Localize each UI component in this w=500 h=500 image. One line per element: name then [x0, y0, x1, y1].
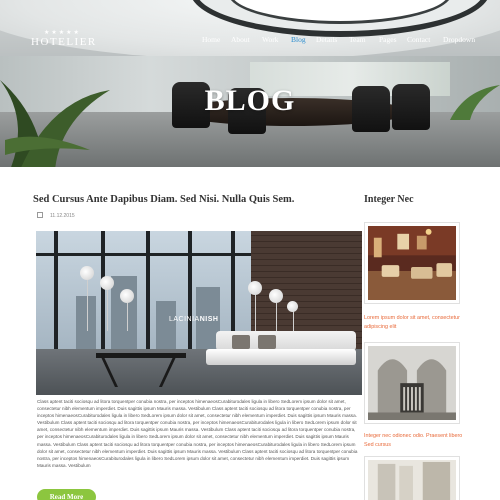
read-more-button[interactable]: Read More [37, 489, 96, 500]
cathedral-image [368, 346, 456, 421]
sidebar-link[interactable]: Lorem ipsum dolor sit amet, consectetur … [364, 314, 464, 331]
lamp-graphic [287, 301, 298, 312]
nav-item-home[interactable]: Home [202, 35, 220, 44]
page-title: BLOG [204, 84, 296, 117]
post-title[interactable]: Sed Cursus Ante Dapibus Diam. Sed Nisi. … [33, 194, 353, 205]
logo-stars: ★★★★★ [44, 30, 81, 36]
building-graphic [76, 296, 96, 351]
post-body: Class aptent taciti sociosqu ad litora t… [37, 399, 358, 468]
window-mullion [146, 231, 150, 351]
nav-item-pages[interactable]: Pages [379, 35, 397, 44]
hotel-lobby-image [368, 226, 456, 301]
sidebar-link[interactable]: Integer nec odionec odio. Praesent liber… [364, 432, 464, 449]
lamp-graphic [80, 266, 94, 280]
calendar-icon [37, 212, 43, 218]
nav-item-work[interactable]: Work [262, 35, 278, 44]
sidebar-thumbnail[interactable] [364, 342, 460, 424]
hero-banner: ★★★★★ HOTELIER Home About Work Blog Deta… [0, 0, 500, 167]
logo[interactable]: HOTELIER [31, 36, 97, 48]
building-graphic [111, 276, 137, 351]
nav-item-dropdown[interactable]: Dropdown [443, 35, 475, 44]
post-image[interactable] [36, 231, 362, 395]
window-mullion [101, 231, 105, 351]
post-meta: 11.12.2015 [37, 212, 75, 219]
lamp-graphic [248, 281, 262, 295]
sidebar-thumbnail[interactable] [364, 222, 460, 304]
post-date: 11.12.2015 [50, 213, 75, 219]
window-mullion [54, 231, 58, 351]
nav-item-contact[interactable]: Contact [407, 35, 430, 44]
lamp-stem [87, 276, 88, 331]
nav-item-about[interactable]: About [231, 35, 250, 44]
pillow-graphic [232, 335, 250, 349]
lamp-stem [255, 291, 256, 331]
lamp-graphic [120, 289, 134, 303]
sofa-seat-graphic [206, 349, 356, 365]
image-caption: LACINIANISH [169, 316, 219, 323]
lamp-graphic [269, 289, 283, 303]
nav-item-team[interactable]: Team [349, 35, 366, 44]
nav-item-blog[interactable]: Blog [291, 35, 306, 44]
window-transom [36, 253, 251, 256]
nav-item-details[interactable]: Details [316, 35, 337, 44]
pillow-graphic [258, 335, 276, 349]
sidebar-title: Integer Nec [364, 194, 414, 205]
lamp-stem [107, 286, 108, 331]
window-mullion [188, 231, 192, 351]
sidebar-thumbnail[interactable] [364, 456, 460, 500]
lamp-graphic [100, 276, 114, 290]
building-graphic [156, 301, 176, 351]
interior-image [368, 460, 456, 500]
